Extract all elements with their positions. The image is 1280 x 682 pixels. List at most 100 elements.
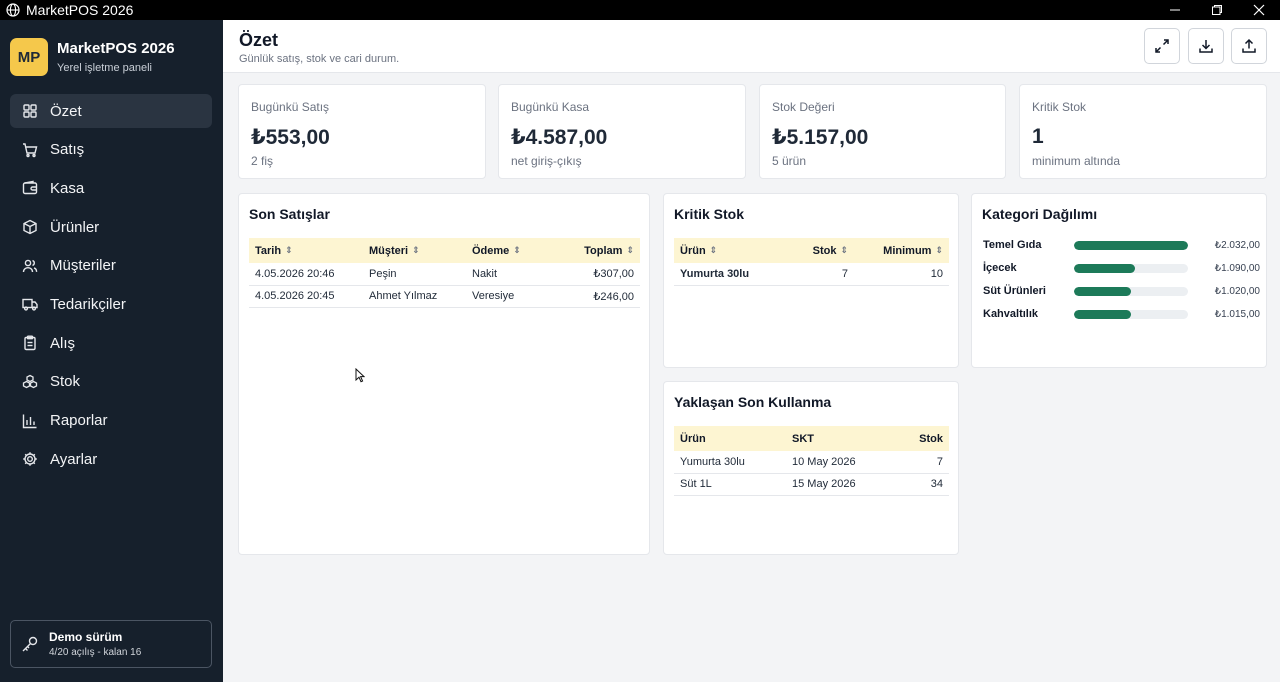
maximize-button[interactable]	[1196, 0, 1238, 20]
sidebar-item-stok[interactable]: Stok	[10, 365, 212, 399]
stat-value: ₺553,00	[251, 126, 330, 149]
sidebar-item-ozet[interactable]: Özet	[10, 94, 212, 128]
cell-expiry-date: 10 May 2026	[786, 451, 886, 474]
sidebar-nav: Özet Satış Kasa Ürünler Müşteriler Tedar…	[10, 94, 212, 481]
sidebar-item-kasa[interactable]: Kasa	[10, 171, 212, 205]
category-bar-fill	[1074, 240, 1188, 250]
critical-stock-panel: Kritik Stok Ürün ⇕ Stok ⇕ Minimum ⇕ Yumurta…	[663, 193, 959, 368]
sidebar-item-label: Tedarikçiler	[50, 295, 126, 313]
column-header-payment[interactable]: Ödeme ⇕	[466, 238, 555, 263]
sidebar-item-label: Kasa	[50, 179, 85, 197]
stat-sub: 2 fiş	[251, 154, 274, 168]
gear-icon	[22, 451, 38, 467]
cell-product: Yumurta 30lu	[674, 451, 786, 474]
minimize-button[interactable]	[1154, 0, 1196, 20]
sidebar-item-label: Ürünler	[50, 218, 100, 236]
box-icon	[22, 219, 38, 235]
sidebar-item-tedarikciler[interactable]: Tedarikçiler	[10, 287, 212, 321]
stat-value: ₺4.587,00	[511, 126, 608, 149]
column-header-customer[interactable]: Müşteri ⇕	[363, 238, 466, 263]
category-bar-track	[1074, 286, 1188, 296]
sidebar-item-raporlar[interactable]: Raporlar	[10, 404, 212, 438]
critical-stock-table: Ürün ⇕ Stok ⇕ Minimum ⇕ Yumurta 30lu 7 10	[674, 238, 949, 286]
recent-sales-panel: Son Satışlar Tarih ⇕ Müşteri ⇕ Ödeme ⇕ Topl…	[238, 193, 650, 555]
sidebar-item-satis[interactable]: Satış	[10, 133, 212, 167]
grid-icon	[22, 103, 38, 119]
stat-card-critical-stock: Kritik Stok 1 minimum altında	[1019, 84, 1267, 179]
cell-total: ₺246,00	[555, 285, 640, 308]
column-header-stock[interactable]: Stok ⇕	[784, 238, 854, 263]
demo-license-box[interactable]: Demo sürüm 4/20 açılış - kalan 16	[10, 620, 212, 668]
column-header-product[interactable]: Ürün	[674, 426, 786, 451]
cart-icon	[22, 142, 38, 158]
table-row[interactable]: Yumurta 30lu 10 May 2026 7	[674, 451, 949, 474]
category-name: Süt Ürünleri	[983, 285, 1046, 297]
bar-chart-icon	[22, 413, 38, 429]
table-row[interactable]: Süt 1L 15 May 2026 34	[674, 473, 949, 496]
category-row: Kahvaltılık ₺1.015,00	[983, 308, 1260, 320]
column-header-date[interactable]: Tarih ⇕	[249, 238, 363, 263]
cell-payment: Nakit	[466, 263, 555, 286]
category-value: ₺2.032,00	[1214, 239, 1260, 251]
table-row[interactable]: Yumurta 30lu 7 10	[674, 263, 949, 286]
panel-title: Yaklaşan Son Kullanma	[674, 394, 832, 410]
demo-subtitle: 4/20 açılış - kalan 16	[49, 647, 142, 658]
stat-label: Bugünkü Satış	[251, 100, 330, 114]
stat-card-cash: Bugünkü Kasa ₺4.587,00 net giriş-çıkış	[498, 84, 746, 179]
column-header-stock[interactable]: Stok	[886, 426, 949, 451]
panel-title: Kritik Stok	[674, 206, 745, 222]
category-value: ₺1.090,00	[1214, 262, 1260, 274]
users-icon	[22, 258, 38, 274]
window-titlebar: MarketPOS 2026	[0, 0, 1280, 20]
sort-icon: ⇕	[935, 245, 943, 256]
brand: MP MarketPOS 2026 Yerel işletme paneli	[10, 38, 175, 76]
sidebar-item-ayarlar[interactable]: Ayarlar	[10, 442, 212, 476]
window-title: MarketPOS 2026	[26, 2, 134, 18]
table-row[interactable]: 4.05.2026 20:46 Peşin Nakit ₺307,00	[249, 263, 640, 286]
column-header-total[interactable]: Toplam ⇕	[555, 238, 640, 263]
truck-icon	[22, 296, 38, 312]
panel-title: Son Satışlar	[249, 206, 330, 222]
category-name: Kahvaltılık	[983, 308, 1039, 320]
stat-value: 1	[1032, 125, 1044, 148]
sidebar-item-label: Alış	[50, 334, 76, 352]
cell-stock: 7	[886, 451, 949, 474]
sort-icon: ⇕	[513, 245, 521, 256]
mouse-cursor-icon	[355, 368, 365, 383]
table-row[interactable]: 4.05.2026 20:45 Ahmet Yılmaz Veresiye ₺2…	[249, 285, 640, 308]
category-bar-track	[1074, 240, 1188, 250]
cell-date: 4.05.2026 20:45	[249, 285, 363, 308]
category-value: ₺1.015,00	[1214, 308, 1260, 320]
column-header-expiry-date[interactable]: SKT	[786, 426, 886, 451]
category-row: Temel Gıda ₺2.032,00	[983, 239, 1260, 251]
download-icon	[1199, 40, 1213, 53]
cell-total: ₺307,00	[555, 263, 640, 286]
sidebar-item-urunler[interactable]: Ürünler	[10, 210, 212, 244]
sidebar-item-musteriler[interactable]: Müşteriler	[10, 249, 212, 283]
cell-customer: Ahmet Yılmaz	[363, 285, 466, 308]
stat-value: ₺5.157,00	[772, 126, 869, 149]
cell-product: Yumurta 30lu	[674, 263, 784, 286]
sort-icon: ⇕	[412, 245, 420, 256]
cell-payment: Veresiye	[466, 285, 555, 308]
brand-subtitle: Yerel işletme paneli	[57, 62, 152, 74]
column-header-minimum[interactable]: Minimum ⇕	[854, 238, 949, 263]
fullscreen-button[interactable]	[1144, 28, 1180, 64]
sort-icon: ⇕	[626, 245, 634, 256]
recent-sales-table: Tarih ⇕ Müşteri ⇕ Ödeme ⇕ Toplam ⇕ 4.05.2026…	[249, 238, 640, 308]
stat-sub: 5 ürün	[772, 154, 807, 168]
column-header-product[interactable]: Ürün ⇕	[674, 238, 784, 263]
sidebar-item-label: Raporlar	[50, 412, 108, 429]
sidebar-item-label: Özet	[50, 102, 82, 120]
category-name: İçecek	[983, 262, 1017, 274]
download-button[interactable]	[1188, 28, 1224, 64]
sidebar-item-label: Müşteriler	[50, 257, 116, 275]
upload-button[interactable]	[1231, 28, 1267, 64]
expand-icon	[1155, 39, 1169, 53]
close-button[interactable]	[1238, 0, 1280, 20]
sidebar: MP MarketPOS 2026 Yerel işletme paneli Ö…	[0, 20, 223, 682]
cell-stock: 7	[784, 263, 854, 286]
stat-label: Kritik Stok	[1032, 100, 1087, 114]
cell-expiry-date: 15 May 2026	[786, 473, 886, 496]
sidebar-item-alis[interactable]: Alış	[10, 326, 212, 360]
